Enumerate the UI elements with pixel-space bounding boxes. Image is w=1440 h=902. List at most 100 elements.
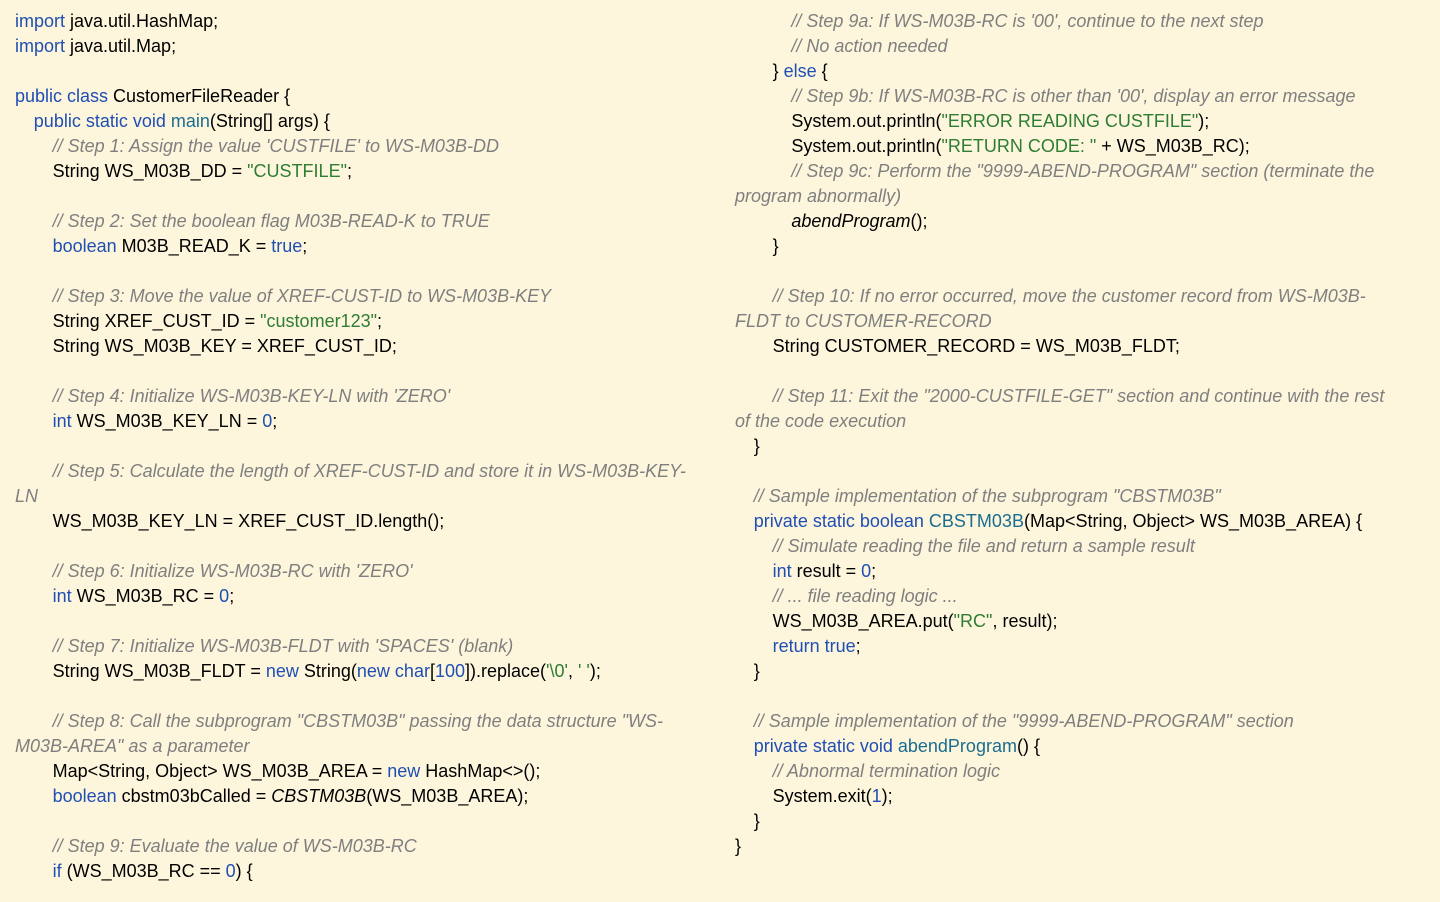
code-token: 1 bbox=[871, 786, 882, 806]
code-line: M03B-AREA" as a parameter bbox=[15, 734, 715, 759]
code-line: // Step 2: Set the boolean flag M03B-REA… bbox=[15, 209, 715, 234]
code-token: M03B-AREA" as a parameter bbox=[15, 736, 250, 756]
code-line: Map<String, Object> WS_M03B_AREA = new H… bbox=[15, 759, 715, 784]
code-token: CBSTM03B bbox=[928, 511, 1024, 531]
code-token: + WS_M03B_RC); bbox=[1096, 136, 1250, 156]
code-token: (WS_M03B_RC == bbox=[61, 861, 226, 881]
code-token: main bbox=[170, 111, 210, 131]
code-line: } bbox=[735, 659, 1425, 684]
code-token: private static boolean bbox=[753, 511, 924, 531]
code-token: import bbox=[15, 36, 66, 56]
code-token: boolean bbox=[52, 236, 117, 256]
code-token: if bbox=[52, 861, 62, 881]
code-token: true bbox=[271, 236, 303, 256]
code-token: } bbox=[735, 836, 742, 856]
code-token: LN bbox=[15, 486, 39, 506]
code-token: ; bbox=[855, 636, 861, 656]
code-token: "CUSTFILE" bbox=[247, 161, 347, 181]
code-token: System.out.println( bbox=[791, 136, 942, 156]
code-line: // Step 9a: If WS-M03B-RC is '00', conti… bbox=[735, 9, 1425, 34]
code-token: // Step 3: Move the value of XREF-CUST-I… bbox=[52, 286, 552, 306]
code-line: String XREF_CUST_ID = "customer123"; bbox=[15, 309, 715, 334]
code-token: // Step 5: Calculate the length of XREF-… bbox=[52, 461, 686, 481]
code-token: 0 bbox=[225, 861, 236, 881]
code-line: private static boolean CBSTM03B(Map<Stri… bbox=[735, 509, 1425, 534]
code-token: (WS_M03B_AREA); bbox=[366, 786, 529, 806]
code-token: // Step 6: Initialize WS-M03B-RC with 'Z… bbox=[52, 561, 413, 581]
code-token: ) { bbox=[235, 861, 253, 881]
code-line: // Sample implementation of the subprogr… bbox=[735, 484, 1425, 509]
code-line: // ... file reading logic ... bbox=[735, 584, 1425, 609]
code-token: String WS_M03B_DD = bbox=[52, 161, 248, 181]
code-token: Map<String, Object> WS_M03B_AREA = bbox=[52, 761, 388, 781]
code-token: HashMap<>(); bbox=[420, 761, 541, 781]
code-token: // Step 10: If no error occurred, move t… bbox=[772, 286, 1366, 306]
code-line: // Step 1: Assign the value 'CUSTFILE' t… bbox=[15, 134, 715, 159]
code-line: System.out.println("RETURN CODE: " + WS_… bbox=[735, 134, 1425, 159]
code-token: "ERROR READING CUSTFILE" bbox=[941, 111, 1199, 131]
code-token: new char bbox=[356, 661, 430, 681]
code-token: String CUSTOMER_RECORD = WS_M03B_FLDT; bbox=[772, 336, 1180, 356]
code-line: // Step 5: Calculate the length of XREF-… bbox=[15, 459, 715, 484]
code-line: // Step 8: Call the subprogram "CBSTM03B… bbox=[15, 709, 715, 734]
code-token: ' ' bbox=[577, 661, 590, 681]
code-line: // No action needed bbox=[735, 34, 1425, 59]
code-token: abendProgram bbox=[791, 211, 911, 231]
code-line: // Step 9c: Perform the "9999-ABEND-PROG… bbox=[735, 159, 1425, 184]
code-token: // Step 9: Evaluate the value of WS-M03B… bbox=[52, 836, 417, 856]
code-token: // Step 9b: If WS-M03B-RC is other than … bbox=[791, 86, 1356, 106]
code-line: // Step 3: Move the value of XREF-CUST-I… bbox=[15, 284, 715, 309]
code-token: result = bbox=[791, 561, 862, 581]
code-token: M03B_READ_K = bbox=[116, 236, 272, 256]
code-line: // Sample implementation of the "9999-AB… bbox=[735, 709, 1425, 734]
code-line: return true; bbox=[735, 634, 1425, 659]
code-token: int bbox=[772, 561, 792, 581]
code-token: } bbox=[753, 436, 760, 456]
code-line: // Step 7: Initialize WS-M03B-FLDT with … bbox=[15, 634, 715, 659]
code-token: ; bbox=[229, 586, 235, 606]
code-token: WS_M03B_KEY_LN = XREF_CUST_ID.length(); bbox=[52, 511, 445, 531]
code-token: int bbox=[52, 586, 72, 606]
code-token: CustomerFileReader { bbox=[108, 86, 291, 106]
code-token: new bbox=[265, 661, 299, 681]
code-column-right: // Step 9a: If WS-M03B-RC is '00', conti… bbox=[735, 9, 1425, 859]
code-line: if (WS_M03B_RC == 0) { bbox=[15, 859, 715, 884]
code-line: // Step 11: Exit the "2000-CUSTFILE-GET"… bbox=[735, 384, 1425, 409]
code-token: ]).replace( bbox=[465, 661, 547, 681]
code-line: System.out.println("ERROR READING CUSTFI… bbox=[735, 109, 1425, 134]
code-token: cbstm03bCalled = bbox=[116, 786, 272, 806]
code-line: int result = 0; bbox=[735, 559, 1425, 584]
code-token: // Step 2: Set the boolean flag M03B-REA… bbox=[52, 211, 490, 231]
code-line: String WS_M03B_DD = "CUSTFILE"; bbox=[15, 159, 715, 184]
code-token: WS_M03B_AREA.put( bbox=[772, 611, 954, 631]
code-line: } bbox=[735, 809, 1425, 834]
code-line: } else { bbox=[735, 59, 1425, 84]
code-token: return true bbox=[772, 636, 856, 656]
code-token: System.out.println( bbox=[791, 111, 942, 131]
code-line: System.exit(1); bbox=[735, 784, 1425, 809]
code-token: '\0' bbox=[546, 661, 568, 681]
code-line: of the code execution bbox=[735, 409, 1425, 434]
code-token: String WS_M03B_FLDT = bbox=[52, 661, 266, 681]
code-line: boolean cbstm03bCalled = CBSTM03B(WS_M03… bbox=[15, 784, 715, 809]
code-token: // Sample implementation of the subprogr… bbox=[753, 486, 1221, 506]
code-token: ; bbox=[377, 311, 383, 331]
code-line: } bbox=[735, 834, 1425, 859]
code-token: String XREF_CUST_ID = bbox=[52, 311, 261, 331]
code-line: program abnormally) bbox=[735, 184, 1425, 209]
code-token: ; bbox=[871, 561, 877, 581]
code-token: ); bbox=[1198, 111, 1210, 131]
code-token: public static void bbox=[33, 111, 166, 131]
code-token: "RETURN CODE: " bbox=[941, 136, 1097, 156]
code-token: CBSTM03B bbox=[271, 786, 367, 806]
code-token: } bbox=[772, 61, 784, 81]
code-token: { bbox=[816, 61, 828, 81]
code-line: // Step 4: Initialize WS-M03B-KEY-LN wit… bbox=[15, 384, 715, 409]
code-line: String WS_M03B_FLDT = new String(new cha… bbox=[15, 659, 715, 684]
code-line: int WS_M03B_RC = 0; bbox=[15, 584, 715, 609]
